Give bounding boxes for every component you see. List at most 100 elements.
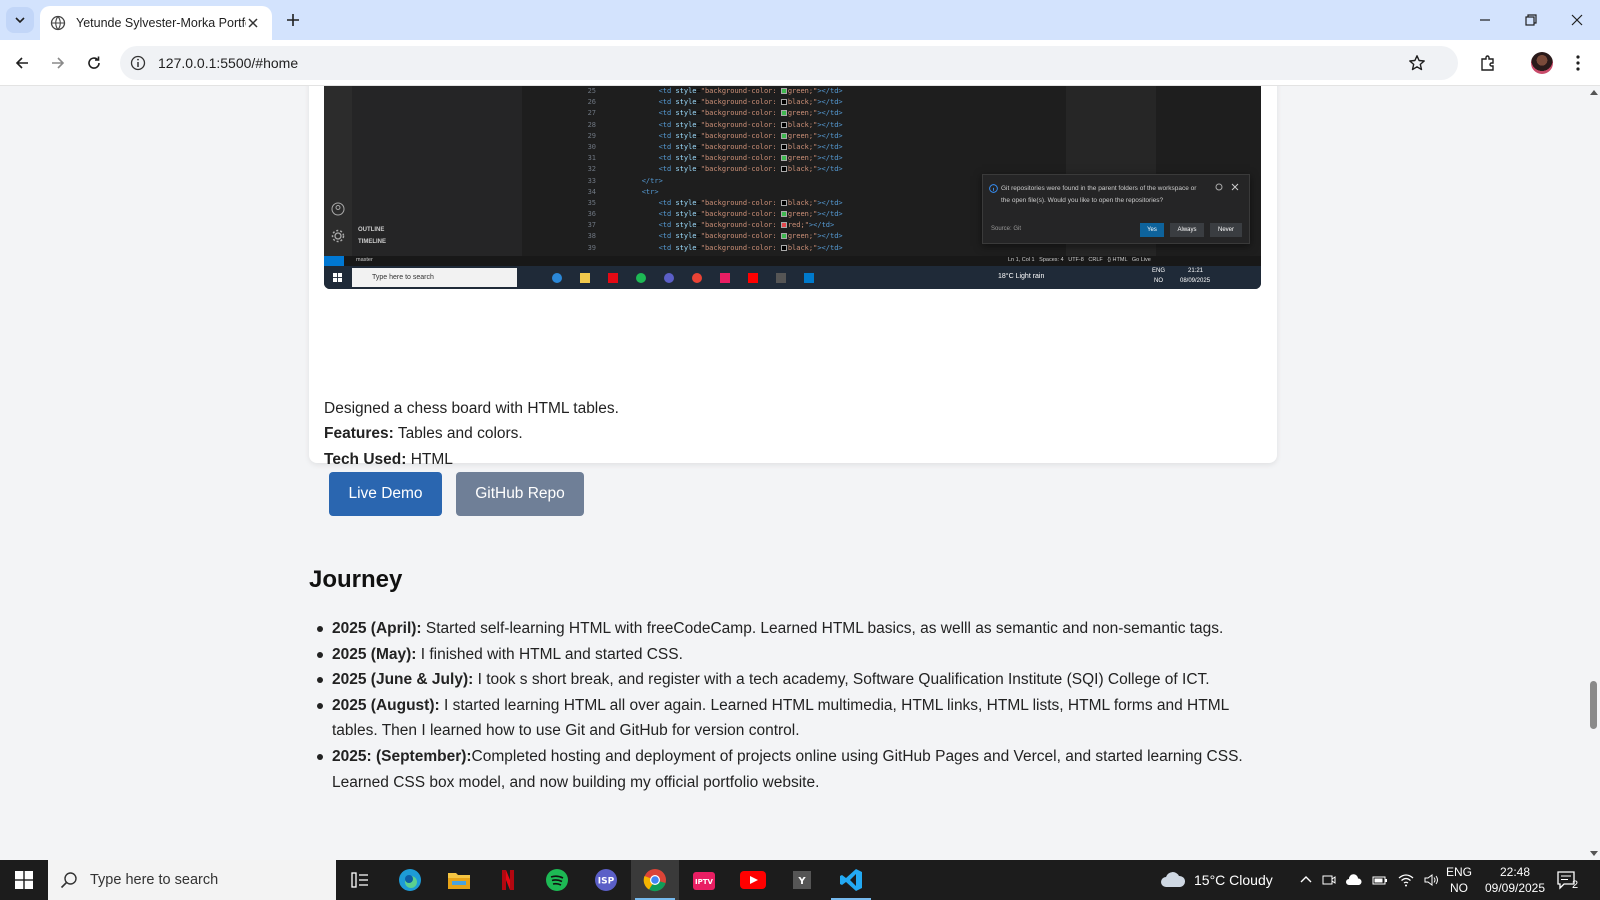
line-number: 28 [587,120,596,129]
bookmark-star-icon[interactable] [1408,54,1426,72]
browser-toolbar: 127.0.0.1:5500/#home [0,40,1600,86]
line-number: 27 [587,109,596,118]
page-scrollbar[interactable] [1587,86,1600,860]
project-description: Designed a chess board with HTML tables. [324,400,619,417]
wifi-icon[interactable] [1398,873,1414,887]
meet-icon[interactable] [1322,873,1336,887]
line-number: 29 [587,131,596,140]
start-button[interactable] [0,860,48,900]
status-branch: master [356,257,373,263]
lang-bottom: NO [1450,881,1468,895]
input-language[interactable]: ENG NO [1446,860,1472,900]
cloud-icon [1161,872,1186,887]
y-app-icon: Y [793,871,811,889]
weather-widget[interactable]: 15°C Cloudy [1160,860,1273,900]
new-tab-button[interactable] [281,8,305,32]
back-button[interactable] [8,49,36,77]
journey-item-date: 2025: (September): [332,747,472,765]
address-bar[interactable]: 127.0.0.1:5500/#home [120,46,1458,80]
iptv-app[interactable]: IPTV [680,860,728,900]
tech-label: Tech Used: [324,451,407,468]
close-window-button[interactable] [1554,0,1600,40]
chrome-app[interactable] [631,860,679,900]
line-number: 36 [587,210,596,219]
edge-app[interactable] [386,860,434,900]
vscode-gutter [522,86,566,256]
task-view-icon [351,872,368,888]
vscode-app[interactable] [827,860,875,900]
tab-search-button[interactable] [6,7,34,33]
svg-text:Y: Y [797,876,806,887]
netflix-icon [502,870,514,890]
forward-button[interactable] [44,49,72,77]
speaker-icon[interactable] [1424,873,1440,887]
journey-item-date: 2025 (June & July): [332,671,474,689]
journey-item: 2025 (April): Started self-learning HTML… [317,616,1272,642]
svg-text:IPTV: IPTV [695,878,714,886]
tech-value: HTML [410,451,453,468]
embedded-weather: 18°C Light rain [998,273,1045,280]
embedded-taskbar-search: Type here to search [352,268,517,287]
vscode-status-bar: master Ln 1, Col 1 Spaces: 4 UTF-8 CRLF … [324,256,1261,266]
github-repo-button[interactable]: GitHub Repo [456,472,584,516]
live-demo-button[interactable]: Live Demo [329,472,442,516]
reload-button[interactable] [80,49,108,77]
vscode-activity-bar [324,86,352,256]
code-line: 27 <td style="background-color: green;">… [588,108,1066,119]
journey-item: 2025 (May): I finished with HTML and sta… [317,642,1272,668]
scroll-down-icon[interactable] [1590,851,1598,856]
restore-icon [1525,14,1537,26]
journey-item-date: 2025 (August): [332,696,440,714]
profile-button[interactable] [1528,49,1556,77]
browser-menu-button[interactable] [1564,49,1592,77]
clock[interactable]: 22:48 09/09/2025 [1482,860,1548,900]
minimize-icon [1480,19,1490,21]
chevron-up-icon[interactable] [1300,874,1312,886]
journey-item: 2025 (June & July): I took s short break… [317,667,1272,693]
embedded-time: 21:21 [1188,268,1204,274]
isp-app[interactable]: ISP [582,860,630,900]
code-line: 26 <td style="background-color: black;">… [588,97,1066,108]
isp-icon: ISP [595,869,617,891]
y-app[interactable]: Y [778,860,826,900]
puzzle-icon [1481,55,1494,71]
notification-always: Always [1170,223,1204,237]
svg-text:ISP: ISP [598,877,615,887]
code-line: 39 <td style="background-color: black;">… [588,243,1066,254]
file-explorer-app[interactable] [435,860,483,900]
taskbar-search[interactable]: Type here to search [48,860,336,900]
plus-icon [287,14,299,26]
minimize-button[interactable] [1462,0,1508,40]
features-value: Tables and colors. [397,425,523,442]
restore-button[interactable] [1508,0,1554,40]
task-view-button[interactable] [336,860,384,900]
extensions-button[interactable] [1474,49,1502,77]
site-info-icon[interactable] [130,55,146,71]
scrollbar-thumb[interactable] [1590,681,1597,729]
notification-center-button[interactable]: 2 [1556,860,1578,900]
vscode-git-notification: Git repositories were found in the paren… [982,174,1250,244]
line-number: 38 [587,232,596,241]
url-text[interactable]: 127.0.0.1:5500/#home [158,55,298,71]
embedded-lang-2: NO [1154,278,1163,284]
info-icon [989,184,998,193]
spotify-app[interactable] [533,860,581,900]
close-tab-icon[interactable] [244,14,262,32]
embedded-date: 08/09/2025 [1180,278,1211,284]
netflix-app[interactable] [484,860,532,900]
browser-tab-active[interactable]: Yetunde Sylvester-Morka Portfolio [40,6,272,40]
journey-list: 2025 (April): Started self-learning HTML… [317,616,1272,795]
notification-never: Never [1210,223,1242,237]
youtube-app[interactable] [729,860,777,900]
scroll-up-icon[interactable] [1590,90,1598,95]
iptv-icon: IPTV [693,872,715,890]
line-number: 26 [587,98,596,107]
embedded-taskbar: Type here to search 18°C Light rain ENG … [324,266,1261,289]
arrow-right-icon [52,57,65,69]
battery-icon[interactable] [1372,874,1388,886]
onedrive-icon[interactable] [1346,874,1362,886]
features-label: Features: [324,425,394,442]
journey-item-text: Started self-learning HTML with freeCode… [421,620,1224,637]
windows-logo-icon [333,273,342,282]
clock-time: 22:48 [1499,865,1531,879]
